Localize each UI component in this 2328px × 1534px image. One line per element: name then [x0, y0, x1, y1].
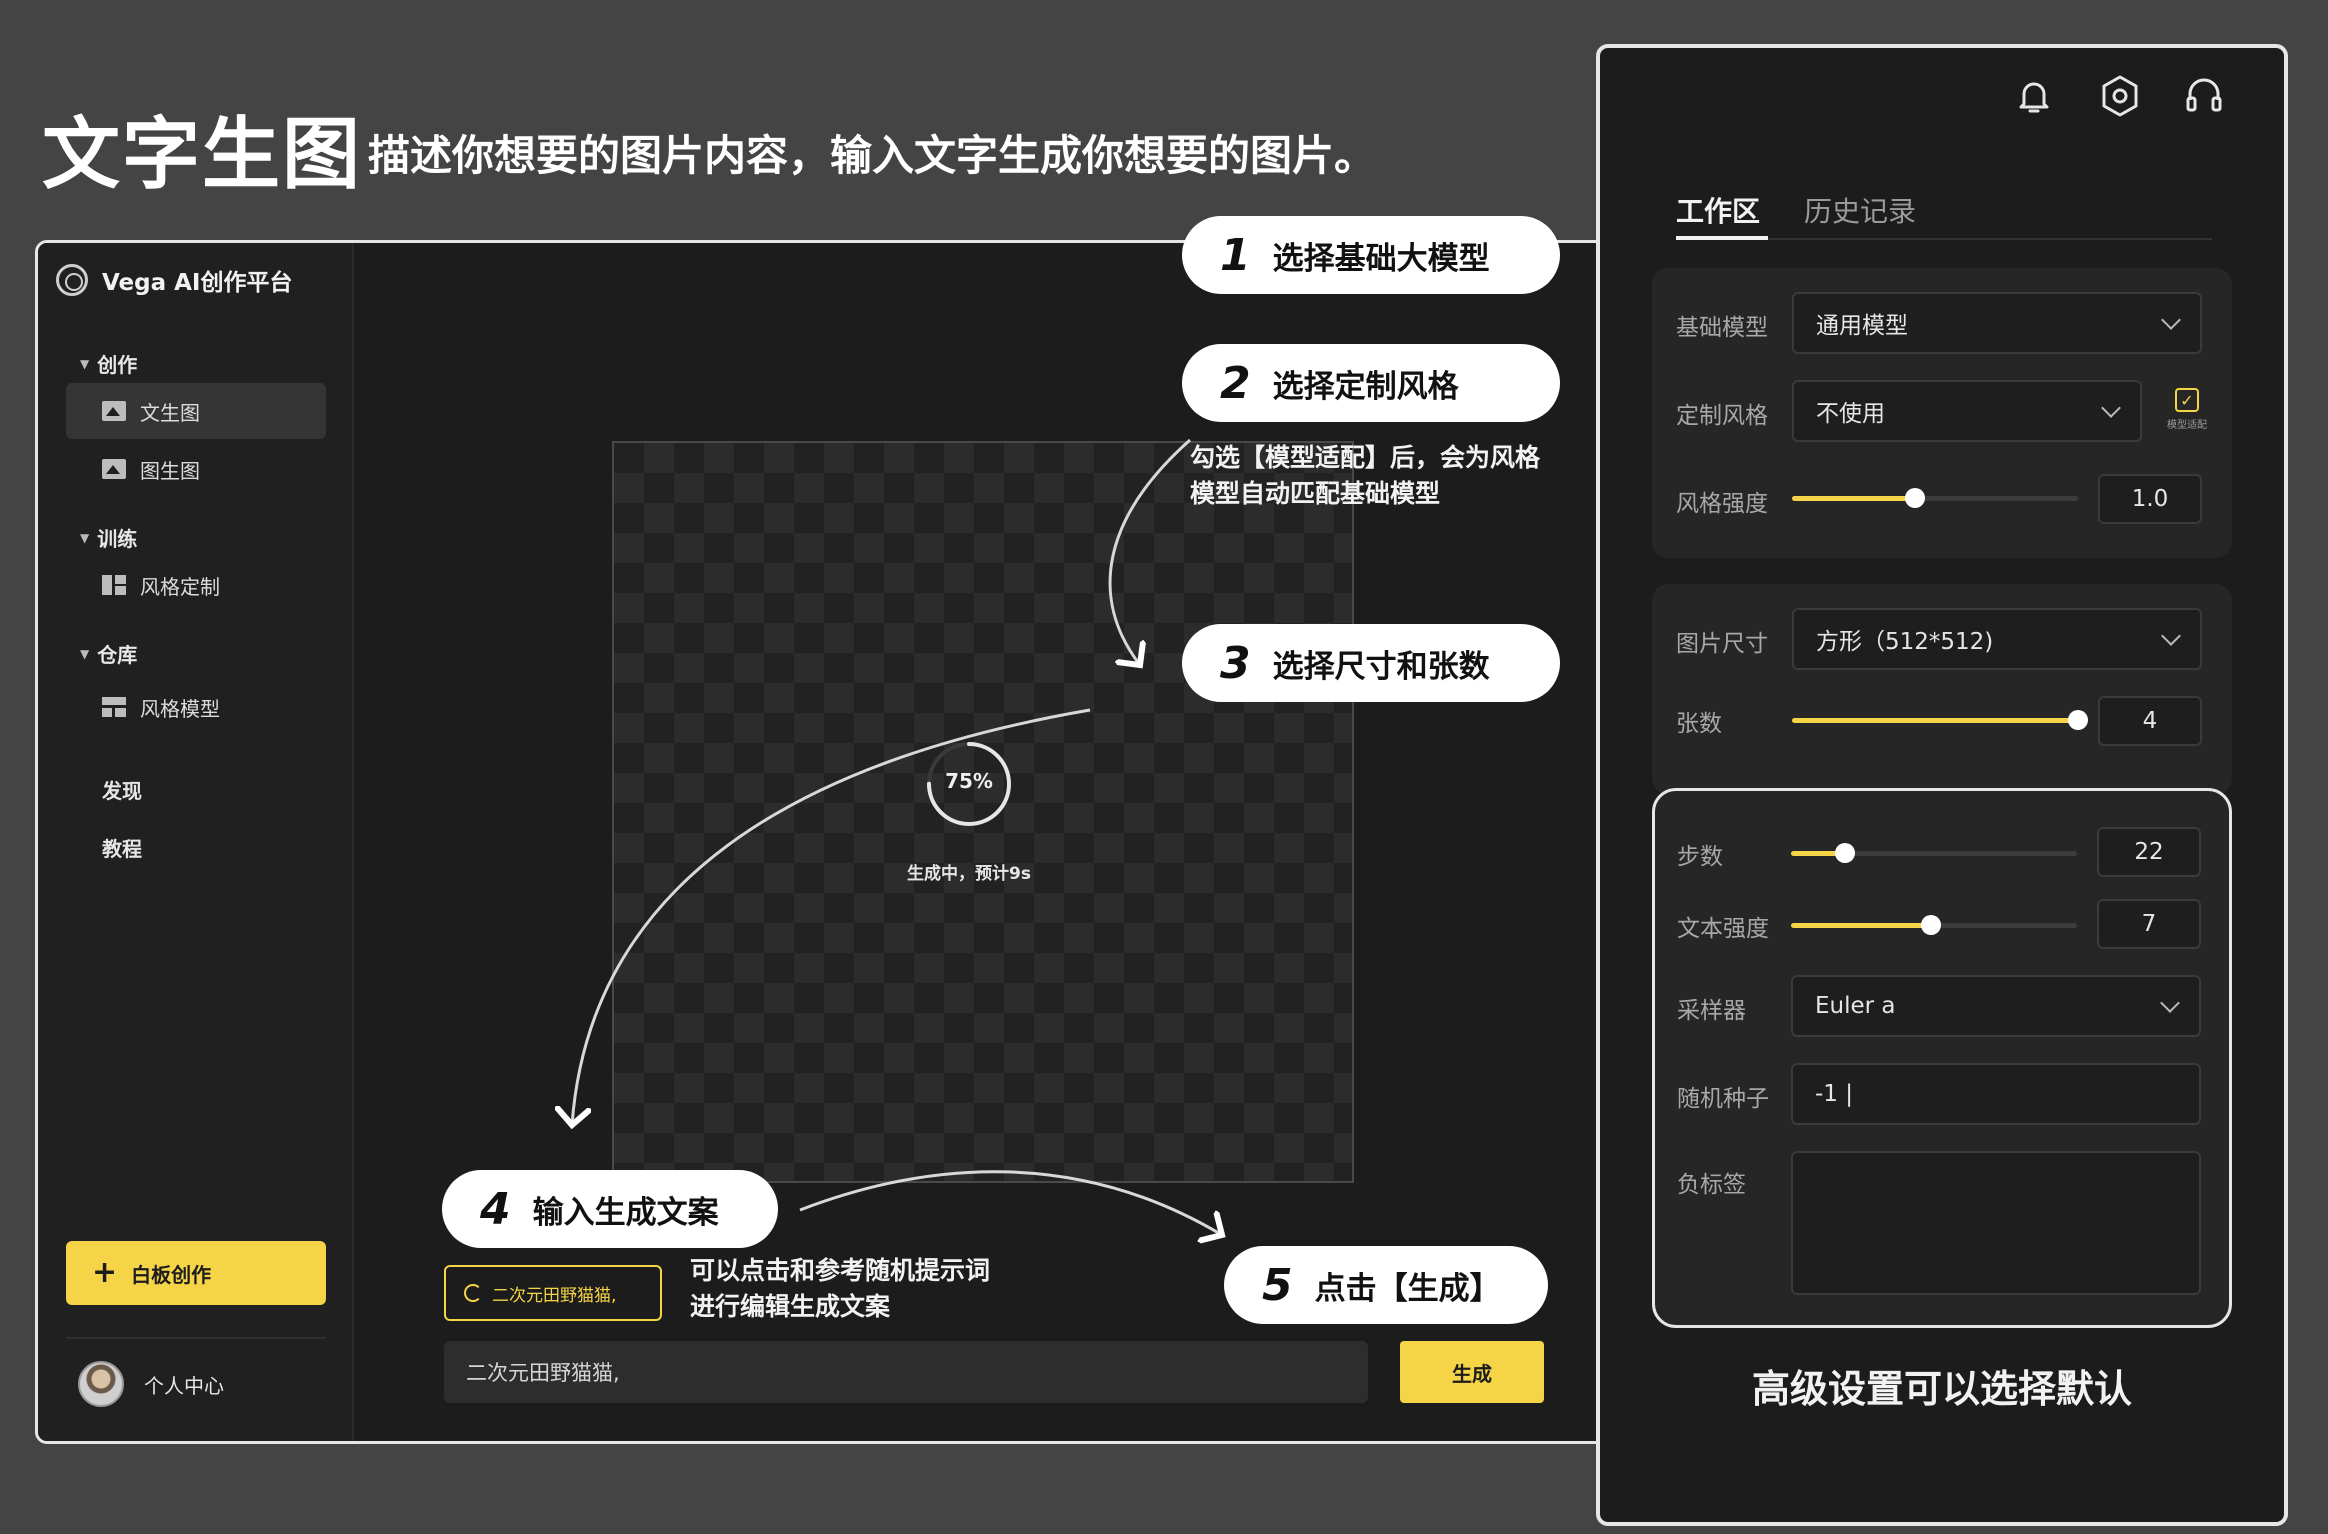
style-select[interactable]: 不使用: [1792, 380, 2142, 442]
callout-text: 点击【生成】: [1314, 1270, 1501, 1307]
callout-text: 输入生成文案: [532, 1194, 719, 1231]
count-input[interactable]: 4: [2098, 696, 2202, 746]
style-strength-input[interactable]: 1.0: [2098, 474, 2202, 524]
steps-slider[interactable]: [1791, 843, 2077, 863]
advanced-note: 高级设置可以选择默认: [1751, 1367, 2132, 1411]
size-label: 图片尺寸: [1676, 631, 1768, 657]
slider-knob[interactable]: [1835, 843, 1856, 863]
callout-number: 4: [480, 1183, 511, 1235]
style-label: 定制风格: [1676, 403, 1768, 429]
settings-icon[interactable]: [2096, 72, 2144, 120]
base-model-value: 通用模型: [1816, 313, 1908, 339]
model-adapt-toggle[interactable]: ✓ 模型适配: [2152, 388, 2222, 431]
tab-workspace[interactable]: 工作区: [1676, 190, 1760, 230]
bell-icon[interactable]: [2010, 72, 2058, 120]
checkbox-checked-icon: ✓: [2175, 388, 2199, 412]
size-value: 方形（512*512): [1816, 629, 1994, 655]
negative-label: 负标签: [1677, 1172, 1746, 1198]
chevron-down-icon: [2101, 398, 2121, 418]
settings-panel: 工作区 历史记录 基础模型 通用模型 定制风格 不使用 ✓ 模型适配 风格强度 …: [1596, 44, 2288, 1526]
text-strength-input[interactable]: 7: [2097, 899, 2201, 949]
callout-number: 1: [1220, 229, 1251, 281]
model-card: 基础模型 通用模型 定制风格 不使用 ✓ 模型适配 风格强度 1.0: [1652, 268, 2232, 558]
slider-fill: [1792, 718, 2078, 723]
callout-1: 1 选择基础大模型: [1182, 216, 1560, 294]
text-strength-label: 文本强度: [1677, 916, 1769, 942]
callout-2: 2 选择定制风格: [1182, 344, 1560, 422]
style-note-line: 模型自动匹配基础模型: [1190, 479, 1441, 508]
callout-5: 5 点击【生成】: [1224, 1246, 1548, 1324]
chevron-down-icon: [2161, 626, 2181, 646]
slider-fill: [1792, 496, 1915, 501]
size-select[interactable]: 方形（512*512): [1792, 608, 2202, 670]
callout-number: 5: [1262, 1259, 1293, 1311]
sampler-select[interactable]: Euler a: [1791, 975, 2201, 1037]
negative-prompt-input[interactable]: [1791, 1151, 2201, 1295]
base-model-label: 基础模型: [1676, 315, 1768, 341]
count-slider[interactable]: [1792, 710, 2088, 730]
chevron-down-icon: [2161, 310, 2181, 330]
slider-knob[interactable]: [1921, 915, 1942, 935]
seed-input[interactable]: -1 |: [1791, 1063, 2201, 1125]
style-value: 不使用: [1816, 401, 1885, 427]
arrow-style-to-size: [1108, 438, 1191, 665]
callout-text: 选择基础大模型: [1272, 240, 1490, 277]
callout-number: 2: [1220, 357, 1251, 409]
style-note-line: 勾选【模型适配】后，会为风格: [1190, 443, 1541, 472]
sampler-value: Euler a: [1815, 993, 1896, 1019]
callout-number: 3: [1220, 637, 1251, 689]
tab-active-indicator: [1676, 236, 1768, 240]
steps-input[interactable]: 22: [2097, 827, 2201, 877]
slider-knob[interactable]: [2068, 710, 2088, 730]
chevron-down-icon: [2160, 993, 2180, 1013]
style-note: 勾选【模型适配】后，会为风格 模型自动匹配基础模型: [1190, 440, 1540, 512]
callout-text: 选择定制风格: [1272, 368, 1459, 405]
advanced-settings: 步数 22 文本强度 7 采样器 Euler a 随机种子 -1 | 负标签: [1652, 788, 2232, 1328]
seed-label: 随机种子: [1677, 1086, 1769, 1112]
style-strength-label: 风格强度: [1676, 491, 1768, 517]
callout-3: 3 选择尺寸和张数: [1182, 624, 1560, 702]
callout-text: 选择尺寸和张数: [1272, 648, 1490, 685]
base-model-select[interactable]: 通用模型: [1792, 292, 2202, 354]
arrow-prompt-to-generate: [799, 1170, 1222, 1235]
sampler-label: 采样器: [1677, 998, 1746, 1024]
style-strength-slider[interactable]: [1792, 488, 2078, 508]
model-adapt-label: 模型适配: [2167, 420, 2207, 431]
slider-knob[interactable]: [1904, 488, 1925, 508]
count-label: 张数: [1676, 711, 1722, 737]
size-card: 图片尺寸 方形（512*512) 张数 4: [1652, 584, 2232, 794]
text-strength-slider[interactable]: [1791, 915, 2077, 935]
slider-fill: [1791, 923, 1932, 928]
steps-label: 步数: [1677, 844, 1723, 870]
headset-icon[interactable]: [2180, 72, 2228, 120]
arrow-size-to-prompt: [572, 708, 1091, 1125]
tab-history[interactable]: 历史记录: [1804, 190, 1916, 230]
callout-4: 4 输入生成文案: [442, 1170, 778, 1248]
